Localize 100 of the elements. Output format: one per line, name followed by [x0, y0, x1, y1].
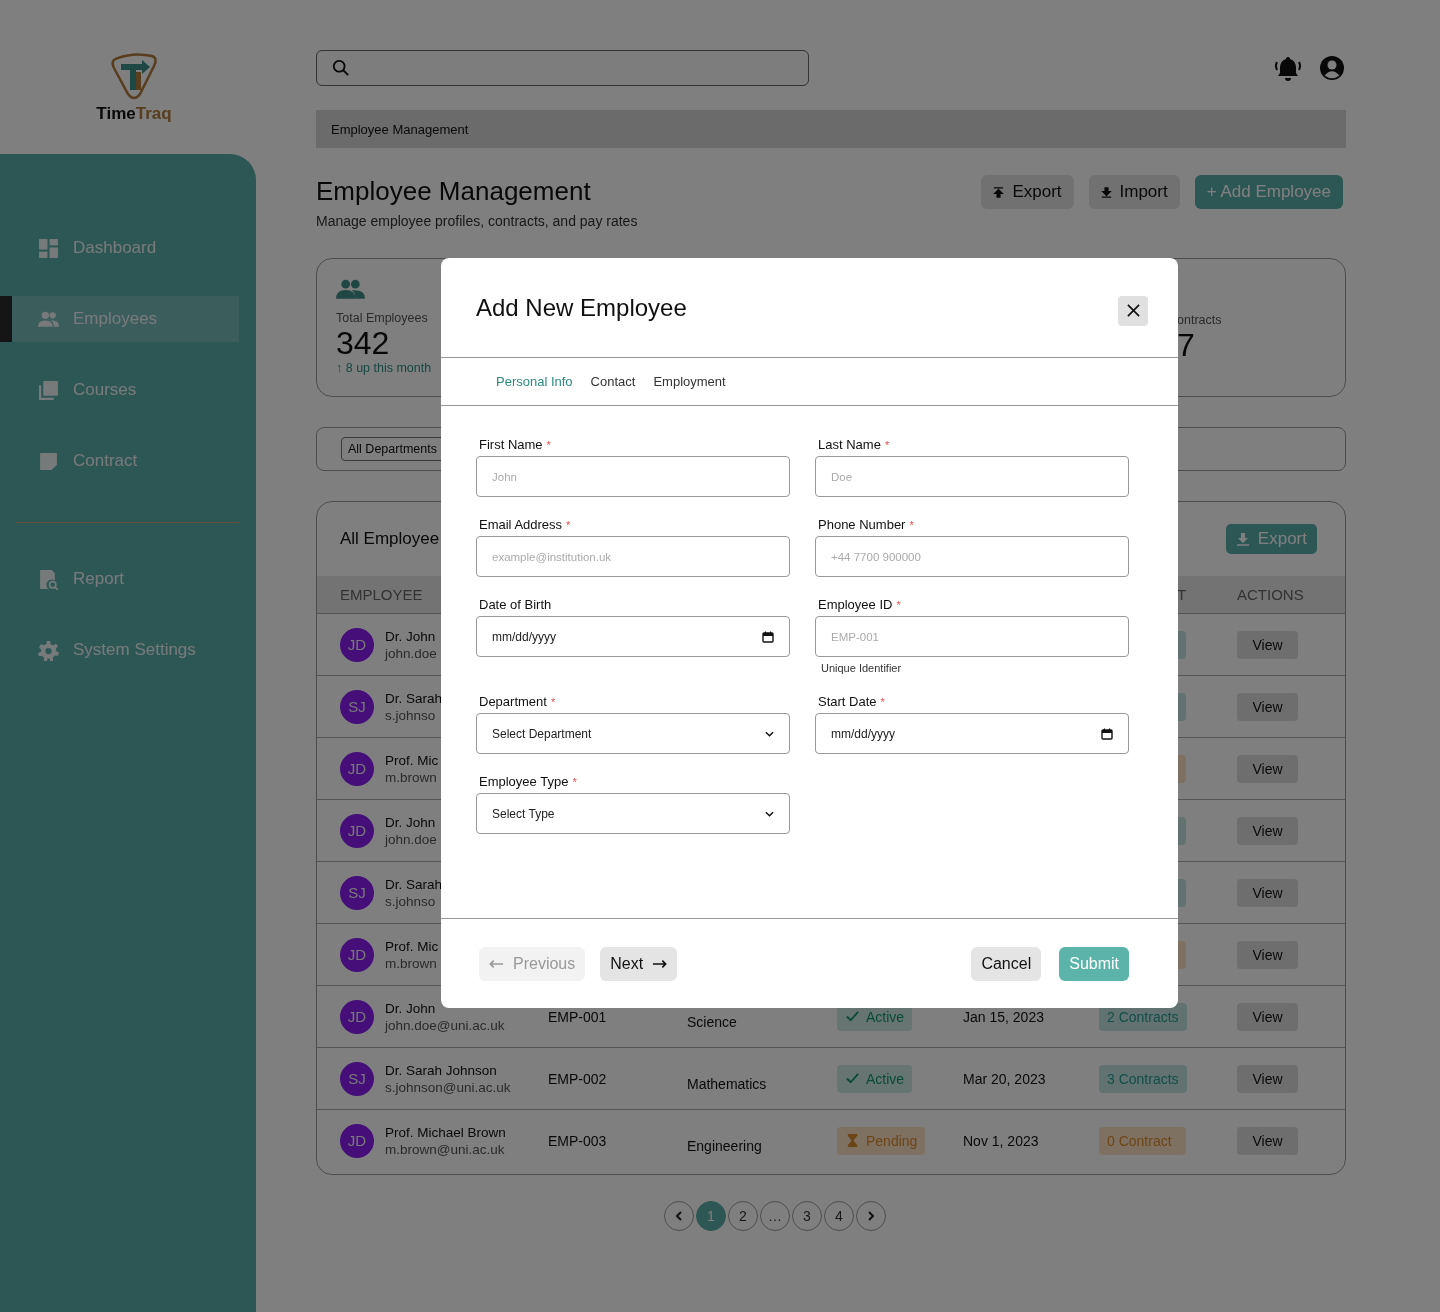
employee-email: s.johnso — [385, 893, 437, 909]
employee-email: m.brown — [385, 769, 438, 785]
arrow-left-icon — [489, 958, 504, 969]
select-field[interactable]: Select Department — [476, 713, 790, 754]
view-button[interactable]: View — [1237, 692, 1298, 721]
breadcrumb-text[interactable]: Employee Management — [331, 121, 469, 137]
page-button[interactable]: 1 — [696, 1201, 726, 1231]
table-cell-text: Jan 15, 2023 — [963, 1008, 1045, 1025]
previous-page-button[interactable] — [664, 1201, 694, 1231]
tab[interactable]: Personal Info — [491, 374, 578, 389]
export-button[interactable]: Export — [1225, 524, 1317, 554]
column-header: ACTIONS — [1237, 586, 1305, 603]
contracts-badge: 0 Contract — [1099, 1126, 1186, 1155]
settings-icon — [38, 639, 59, 661]
view-button[interactable]: View — [1237, 816, 1298, 845]
search-field[interactable] — [316, 50, 809, 86]
chevron-right-icon — [866, 1211, 876, 1221]
employee-email: m.brown@uni.ac.uk — [385, 1141, 506, 1157]
table-cell-text: Nov 1, 2023 — [963, 1132, 1040, 1149]
avatar: JD — [340, 999, 374, 1034]
chevron-down-icon — [765, 810, 774, 817]
field-help-text: Unique Identifier — [821, 662, 903, 674]
employee-name: Dr. John — [385, 814, 437, 830]
chevron-left-icon — [674, 1211, 684, 1221]
stat-value: 342 — [336, 325, 390, 361]
page-title: Employee Management — [316, 175, 592, 207]
table-cell-text: Mathematics — [687, 1076, 768, 1094]
input-field[interactable]: +44 7700 900000 — [815, 536, 1129, 577]
employee-email: john.doe@uni.ac.uk — [385, 1017, 505, 1033]
view-button[interactable]: View — [1237, 1064, 1298, 1093]
avatar: SJ — [340, 689, 374, 724]
input-field[interactable]: John — [476, 456, 790, 497]
employee-email: s.johnson@uni.ac.uk — [385, 1079, 511, 1095]
view-button[interactable]: View — [1237, 1002, 1298, 1031]
avatar: JD — [340, 1123, 374, 1158]
table-cell-text: Engineering — [687, 1138, 763, 1156]
date-field[interactable]: mm/dd/yyyy — [815, 713, 1129, 754]
table-cell-text: EMP-003 — [548, 1132, 608, 1149]
cancel-button[interactable]: Cancel — [971, 946, 1042, 981]
next-button[interactable]: Next — [600, 946, 678, 981]
export-button[interactable]: Export — [981, 175, 1074, 209]
check-icon — [845, 1009, 860, 1024]
import-button[interactable]: Import — [1088, 175, 1180, 209]
input-field[interactable]: EMP-001 — [815, 616, 1129, 657]
employee-name: Prof. Mic — [385, 752, 439, 768]
search-icon — [332, 59, 350, 77]
page-button[interactable]: 2 — [728, 1201, 758, 1231]
select-field[interactable]: Select Type — [476, 793, 790, 834]
dashboard-icon — [38, 237, 59, 259]
employee-email: m.brown — [385, 955, 438, 971]
logo-wordmark: TimeTraq — [96, 104, 172, 124]
logo-icon — [108, 50, 160, 102]
employee-name: Prof. Michael Brown — [385, 1124, 506, 1140]
books-icon — [38, 379, 59, 401]
tab[interactable]: Employment — [648, 374, 731, 389]
contracts-badge: 3 Contracts — [1099, 1064, 1187, 1093]
input-field[interactable]: example@institution.uk — [476, 536, 790, 577]
field-label: Email Address * — [479, 517, 572, 533]
add-employee-button[interactable]: + Add Employee — [1194, 175, 1343, 209]
view-button[interactable]: View — [1237, 940, 1298, 969]
page-button[interactable]: 3 — [792, 1201, 822, 1231]
download-icon — [1235, 532, 1250, 546]
panel-title: All Employee — [340, 529, 440, 549]
field-label: Date of Birth — [479, 597, 553, 613]
note-icon — [38, 450, 59, 472]
avatar: JD — [340, 627, 374, 662]
avatar: JD — [340, 937, 374, 972]
close-icon — [1126, 304, 1140, 317]
view-button[interactable]: View — [1237, 878, 1298, 907]
input-field[interactable]: Doe — [815, 456, 1129, 497]
next-page-button[interactable] — [856, 1201, 886, 1231]
stat-trend: ↑ 8 up this month — [336, 361, 432, 375]
avatar: SJ — [340, 1061, 374, 1096]
notification-bell-icon[interactable] — [1274, 54, 1302, 82]
close-button[interactable] — [1118, 295, 1148, 326]
download-icon — [1100, 186, 1112, 198]
column-header: EMPLOYEE — [340, 586, 424, 603]
page-button[interactable]: 4 — [824, 1201, 854, 1231]
employee-name: Dr. John — [385, 628, 437, 644]
upload-icon — [993, 186, 1005, 198]
view-button[interactable]: View — [1237, 754, 1298, 783]
chevron-down-icon — [765, 730, 774, 737]
employee-email: s.johnso — [385, 707, 437, 723]
view-button[interactable]: View — [1237, 630, 1298, 659]
stat-value: 7 — [1177, 327, 1195, 363]
date-field[interactable]: mm/dd/yyyy — [476, 616, 790, 657]
user-avatar-icon[interactable] — [1318, 54, 1346, 82]
page-button[interactable]: … — [760, 1201, 790, 1231]
submit-button[interactable]: Submit — [1059, 946, 1129, 981]
table-cell-text: Science — [687, 1014, 738, 1032]
field-label: Department * — [479, 694, 557, 710]
arrow-right-icon — [652, 958, 668, 969]
employee-email: john.doe — [385, 831, 437, 847]
hourglass-icon — [845, 1133, 860, 1148]
table-cell-text: EMP-001 — [548, 1008, 608, 1025]
avatar: SJ — [340, 875, 374, 910]
avatar: JD — [340, 813, 374, 848]
tab[interactable]: Contact — [585, 374, 641, 389]
page-subtitle: Manage employee profiles, contracts, and pay rates — [316, 212, 638, 230]
view-button[interactable]: View — [1237, 1126, 1298, 1155]
